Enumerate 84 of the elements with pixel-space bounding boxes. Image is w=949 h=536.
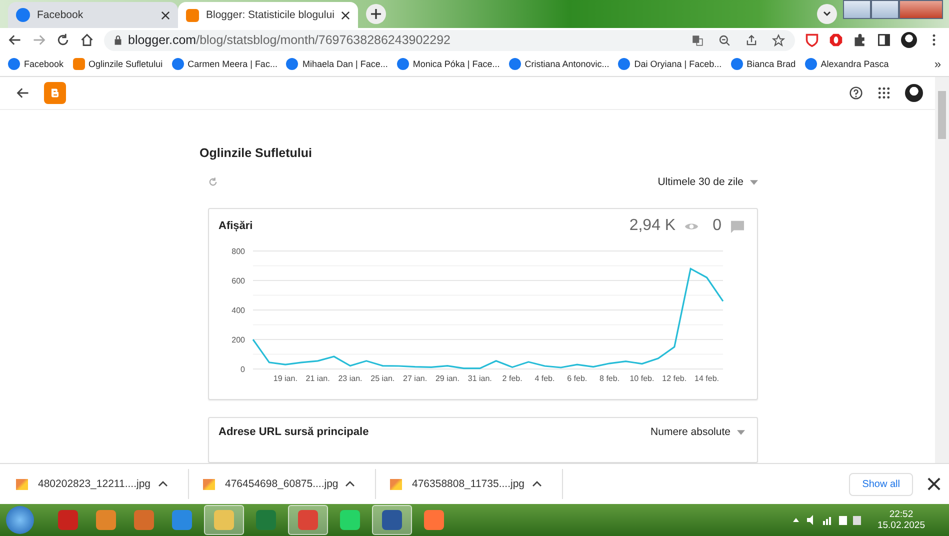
- puzzle-icon[interactable]: [853, 33, 867, 47]
- bookmark[interactable]: Alexandra Pasca: [804, 58, 889, 70]
- close-icon[interactable]: [341, 10, 350, 20]
- caret-icon: [750, 180, 758, 184]
- x-tick-label: 19 ian.: [272, 374, 297, 383]
- x-tick-label: 2 feb.: [502, 374, 522, 383]
- close-icon[interactable]: [161, 10, 170, 20]
- y-tick-label: 800: [231, 247, 244, 256]
- comment-icon: [730, 220, 744, 232]
- y-tick-label: 400: [231, 306, 244, 315]
- y-tick-label: 200: [231, 336, 244, 344]
- bookmark[interactable]: Carmen Meera | Fac...: [172, 58, 278, 70]
- help-icon[interactable]: [849, 86, 863, 100]
- x-tick-label: 4 feb.: [534, 374, 554, 383]
- x-tick-label: 10 feb.: [629, 374, 654, 383]
- bookmark[interactable]: Facebook: [8, 58, 64, 70]
- close-button[interactable]: [899, 0, 943, 19]
- mode-dropdown[interactable]: Numere absolute: [650, 426, 744, 438]
- bookmark[interactable]: Bianca Brad: [730, 58, 796, 70]
- close-icon[interactable]: [927, 477, 941, 491]
- clock-time: 22:52: [889, 509, 914, 520]
- x-tick-label: 21 ian.: [305, 374, 330, 383]
- address-bar[interactable]: blogger.com/blog/statsblog/month/7697638286243902292: [104, 30, 795, 50]
- lock-icon: [114, 35, 122, 45]
- y-tick-label: 600: [231, 276, 244, 286]
- x-tick-label: 14 feb.: [694, 374, 719, 383]
- browser-tab[interactable]: Blogger: Statisticile blogului: [178, 2, 358, 28]
- taskbar-app[interactable]: [372, 505, 412, 535]
- x-tick-label: 12 feb.: [662, 374, 686, 383]
- x-tick-label: 8 feb.: [599, 374, 620, 383]
- show-all-button[interactable]: Show all: [849, 472, 913, 496]
- range-dropdown[interactable]: Ultimele 30 de zile: [658, 176, 758, 188]
- apps-grid-icon[interactable]: [877, 86, 891, 100]
- clock-date: 15.02.2025: [877, 520, 925, 531]
- bookmark[interactable]: Oglinzile Sufletului: [72, 58, 163, 70]
- new-tab-button[interactable]: [366, 4, 386, 24]
- zoom-icon[interactable]: [718, 34, 731, 46]
- share-icon[interactable]: [745, 34, 758, 46]
- avatar[interactable]: [905, 84, 923, 102]
- blog-title: Oglinzile Sufletului: [200, 146, 313, 160]
- x-tick-label: 23 ian.: [338, 374, 362, 383]
- bookmark[interactable]: Monica Póka | Face...: [396, 58, 500, 70]
- x-tick-label: 25 ian.: [370, 374, 394, 383]
- side-panel-icon[interactable]: [877, 33, 891, 47]
- comments-count: 0: [712, 217, 722, 235]
- star-icon[interactable]: [772, 34, 785, 46]
- caret-icon[interactable]: [532, 479, 542, 489]
- home-icon[interactable]: [80, 33, 94, 47]
- translate-icon[interactable]: [691, 34, 704, 46]
- x-tick-label: 27 ian.: [402, 374, 427, 383]
- chevron-down-icon: [822, 9, 832, 19]
- card-title: Afișări: [218, 220, 253, 232]
- bookmark[interactable]: Dai Oryiana | Faceb...: [618, 58, 722, 70]
- taskbar-app[interactable]: [288, 505, 328, 535]
- x-tick-label: 31 ian.: [467, 374, 492, 383]
- caret-icon[interactable]: [345, 479, 355, 489]
- more-bookmarks-button[interactable]: »: [934, 57, 941, 71]
- plus-icon: [371, 9, 382, 19]
- x-tick-label: 6 feb.: [566, 374, 587, 383]
- blogger-logo[interactable]: [44, 82, 66, 104]
- download-item[interactable]: 476454698_60875....jpg: [203, 469, 376, 499]
- shield-icon[interactable]: [805, 33, 819, 47]
- card-title: Adrese URL sursă principale: [218, 426, 369, 438]
- start-button[interactable]: [6, 506, 34, 534]
- x-tick-label: 29 ian.: [434, 374, 459, 383]
- stop-sign-icon[interactable]: [829, 33, 843, 47]
- caret-icon[interactable]: [158, 479, 168, 489]
- y-tick-label: 0: [240, 365, 244, 374]
- bookmark[interactable]: Cristiana Antonovic...: [508, 58, 610, 70]
- download-item[interactable]: 476358808_11735....jpg: [390, 469, 563, 499]
- back-arrow-icon[interactable]: [8, 33, 22, 47]
- avatar[interactable]: [901, 32, 917, 48]
- bookmark[interactable]: Mihaela Dan | Face...: [286, 58, 388, 70]
- minimize-button[interactable]: [843, 0, 871, 19]
- browser-tab[interactable]: Facebook: [8, 2, 178, 28]
- maximize-button[interactable]: [871, 0, 899, 19]
- tab-search-button[interactable]: [817, 4, 837, 24]
- caret-icon: [736, 430, 744, 434]
- views-count: 2,94 K: [629, 217, 676, 235]
- download-item[interactable]: 480202823_12211....jpg: [16, 469, 189, 499]
- scrollbar[interactable]: [935, 77, 949, 463]
- system-tray-icons[interactable]: [793, 514, 864, 526]
- reload-icon[interactable]: [56, 33, 70, 47]
- back-arrow-icon[interactable]: [16, 86, 30, 100]
